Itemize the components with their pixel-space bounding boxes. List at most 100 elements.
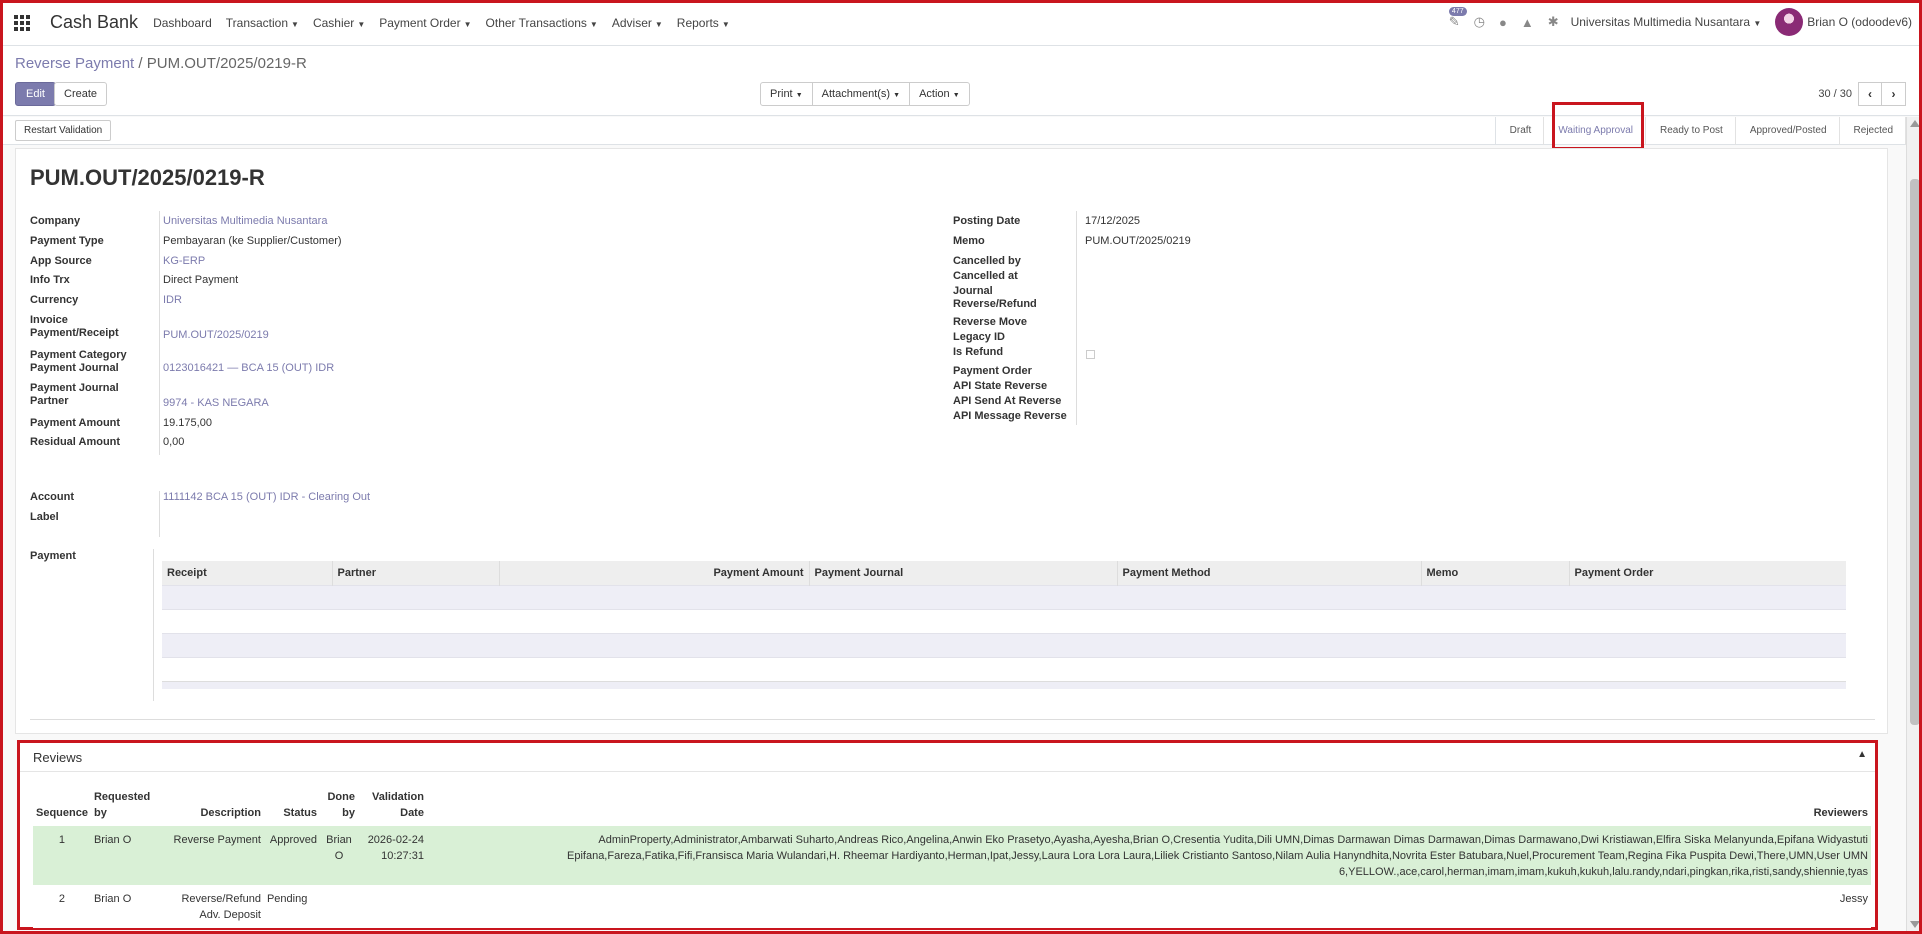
action-dropdown[interactable]: Action ▼ — [910, 82, 970, 106]
stage-ready-to-post[interactable]: Ready to Post — [1646, 117, 1736, 145]
field-label-journal-reverse-refund: Journal Reverse/Refund — [953, 285, 1037, 310]
field-company[interactable]: Universitas Multimedia Nusantara — [163, 215, 327, 228]
review-validation-date: 2026-02-24 10:27:31 — [357, 826, 427, 885]
breadcrumb-parent[interactable]: Reverse Payment — [15, 55, 134, 72]
field-label-cancelled-by: Cancelled by — [953, 255, 1021, 267]
field-account[interactable]: 1111142 BCA 15 (OUT) IDR - Clearing Out — [163, 491, 370, 504]
column-header-memo[interactable]: Memo — [1420, 561, 1569, 585]
reviews-header[interactable]: Reviews ▲ — [20, 743, 1875, 772]
chat-icon[interactable]: ● — [1499, 15, 1507, 30]
pager-next-icon[interactable]: › — [1882, 82, 1906, 106]
table-row[interactable]: 1 Brian O Reverse Payment Approved Brian… — [33, 826, 1871, 885]
field-label-invoice: Invoice Payment/Receipt — [30, 314, 119, 339]
table-row — [162, 609, 1846, 633]
scroll-up-icon[interactable] — [1910, 120, 1920, 127]
clock-icon[interactable]: ◷ — [1474, 14, 1485, 30]
field-payment-type: Pembayaran (ke Supplier/Customer) — [163, 235, 342, 247]
collapse-icon[interactable]: ▲ — [1857, 749, 1867, 760]
caret-down-icon: ▼ — [893, 92, 901, 99]
review-status: Pending — [263, 885, 320, 928]
field-journal-partner[interactable]: 9974 - KAS NEGARA — [163, 397, 269, 410]
field-label-payment-type: Payment Type — [30, 235, 104, 247]
menu-cashier[interactable]: Cashier ▼ — [313, 16, 365, 30]
column-header-partner[interactable]: Partner — [331, 561, 499, 585]
field-app-source[interactable]: KG-ERP — [163, 255, 205, 268]
stage-rejected[interactable]: Rejected — [1840, 117, 1906, 145]
field-invoice[interactable]: PUM.OUT/2025/0219 — [163, 329, 269, 342]
menu-other-transactions[interactable]: Other Transactions ▼ — [486, 16, 598, 30]
user-menu[interactable]: Brian O (odoodev6) — [1807, 15, 1912, 29]
page-scrollbar[interactable] — [1906, 117, 1922, 934]
menu-payment-order[interactable]: Payment Order ▼ — [379, 16, 471, 30]
print-label: Print — [770, 88, 793, 100]
activity-badge: 477 — [1448, 7, 1467, 16]
avatar[interactable] — [1775, 8, 1804, 36]
column-header-status: Status — [283, 807, 317, 819]
action-button-group: Print ▼ Attachment(s) ▼ Action ▼ — [760, 82, 970, 106]
pager-value[interactable]: 30 / 30 — [1818, 88, 1852, 100]
menu-transaction[interactable]: Transaction ▼ — [226, 16, 299, 30]
caret-down-icon: ▼ — [589, 19, 598, 29]
create-button[interactable]: Create — [54, 82, 108, 106]
table-header-row: Receipt Partner Payment Amount Payment J… — [162, 561, 1846, 585]
field-label-label: Label — [30, 511, 59, 523]
menu-reports[interactable]: Reports ▼ — [677, 16, 730, 30]
column-header-payment-order[interactable]: Payment Order — [1568, 561, 1846, 585]
field-label-account: Account — [30, 491, 74, 503]
is-refund-checkbox[interactable] — [1086, 350, 1095, 359]
review-status: Approved — [263, 826, 320, 885]
review-requested-by: Brian O — [90, 885, 164, 928]
reviews-panel: Reviews ▲ Sequence Requested by Descript… — [17, 740, 1878, 930]
stage-draft[interactable]: Draft — [1496, 117, 1545, 145]
activity-icon[interactable]: ✎ 477 — [1449, 7, 1467, 30]
column-header-payment-journal[interactable]: Payment Journal — [808, 561, 1117, 585]
company-switcher[interactable]: Universitas Multimedia Nusantara ▼ — [1571, 15, 1762, 29]
review-description: Reverse Payment — [163, 826, 264, 885]
review-sequence: 2 — [33, 885, 91, 928]
waiting-approval-highlight — [1552, 102, 1644, 150]
field-payment-journal[interactable]: 0123016421 — BCA 15 (OUT) IDR — [163, 362, 334, 375]
table-row — [162, 632, 1846, 658]
reviews-title: Reviews — [33, 750, 83, 765]
form-sheet: PUM.OUT/2025/0219-R Company Universitas … — [15, 148, 1888, 734]
caret-down-icon: ▼ — [654, 19, 663, 29]
column-header-receipt[interactable]: Receipt — [162, 561, 332, 585]
edit-button[interactable]: Edit — [15, 82, 56, 106]
caret-down-icon: ▼ — [952, 92, 960, 99]
menu-dashboard[interactable]: Dashboard — [153, 16, 212, 30]
apps-grid-icon[interactable] — [14, 14, 30, 31]
field-label-memo: Memo — [953, 235, 985, 247]
scrollbar-thumb[interactable] — [1910, 179, 1920, 725]
breadcrumb-current: PUM.OUT/2025/0219-R — [146, 55, 307, 72]
review-reviewers: Jessy — [426, 885, 1871, 928]
pager-previous-icon[interactable]: ‹ — [1858, 82, 1882, 106]
field-label-residual-amount: Residual Amount — [30, 436, 121, 448]
scroll-down-icon[interactable] — [1910, 921, 1920, 928]
column-header-payment-amount[interactable]: Payment Amount — [498, 561, 809, 585]
field-label-app-source: App Source — [30, 255, 92, 267]
bug-icon[interactable]: ✱ — [1548, 14, 1559, 30]
restart-validation-button[interactable]: Restart Validation — [15, 120, 112, 141]
attachments-label: Attachment(s) — [821, 88, 891, 100]
caret-down-icon: ▼ — [357, 19, 366, 29]
field-label-info-trx: Info Trx — [30, 274, 70, 286]
stage-approved-posted[interactable]: Approved/Posted — [1736, 117, 1840, 145]
caret-down-icon: ▼ — [291, 19, 299, 29]
attachments-dropdown[interactable]: Attachment(s) ▼ — [812, 82, 911, 106]
field-label-payment: Payment — [30, 550, 76, 562]
bell-icon[interactable]: ▲ — [1521, 15, 1534, 30]
print-dropdown[interactable]: Print ▼ — [760, 82, 813, 106]
table-row[interactable]: 2 Brian O Reverse/Refund Adv. Deposit Pe… — [33, 885, 1871, 928]
field-info-trx: Direct Payment — [163, 274, 239, 286]
field-separator — [153, 549, 154, 701]
field-payment-amount: 19.175,00 — [163, 417, 212, 429]
menu-label: Transaction — [225, 15, 289, 30]
field-currency[interactable]: IDR — [163, 294, 182, 307]
field-label-posting-date: Posting Date — [953, 215, 1021, 227]
app-brand[interactable]: Cash Bank — [50, 12, 138, 33]
table-row — [162, 657, 1846, 681]
menu-adviser[interactable]: Adviser ▼ — [612, 16, 663, 30]
record-title: PUM.OUT/2025/0219-R — [30, 165, 265, 190]
field-memo: PUM.OUT/2025/0219 — [1085, 235, 1191, 247]
column-header-payment-method[interactable]: Payment Method — [1116, 561, 1421, 585]
